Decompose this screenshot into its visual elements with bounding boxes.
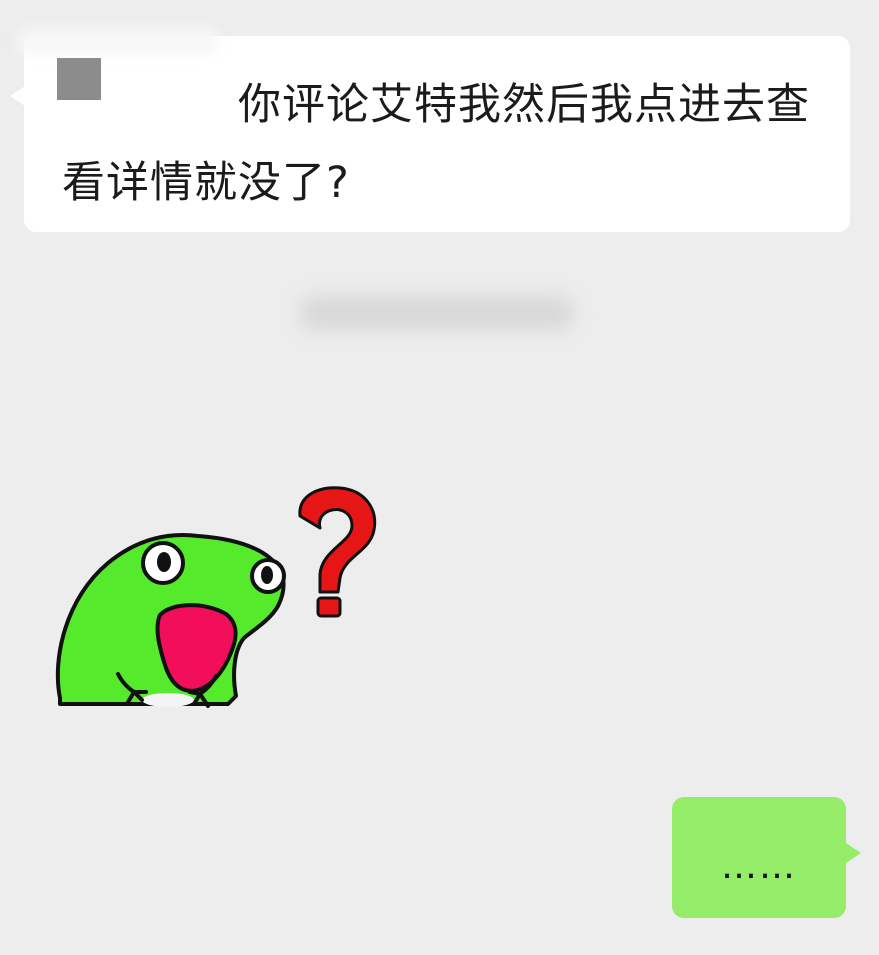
redaction-blur [18, 28, 218, 54]
incoming-message-bubble[interactable]: 你评论艾特我然后我点进去查看详情就没了? [10, 28, 850, 232]
outgoing-message-text: …… [721, 846, 797, 887]
frog-belly [142, 693, 194, 707]
bubble-tail [10, 86, 25, 106]
bubble-tail [846, 843, 861, 863]
incoming-message-text: 你评论艾特我然后我点进去查看详情就没了? [62, 80, 810, 208]
frog-right-pupil [261, 566, 273, 584]
outgoing-message-bubble[interactable]: …… [672, 797, 861, 918]
frog-left-pupil [157, 552, 171, 572]
chat-area: 你评论艾特我然后我点进去查看详情就没了? …… [0, 0, 879, 955]
question-mark-icon [298, 486, 377, 618]
frog-question-sticker[interactable] [48, 478, 398, 728]
message-timestamp [300, 296, 574, 330]
